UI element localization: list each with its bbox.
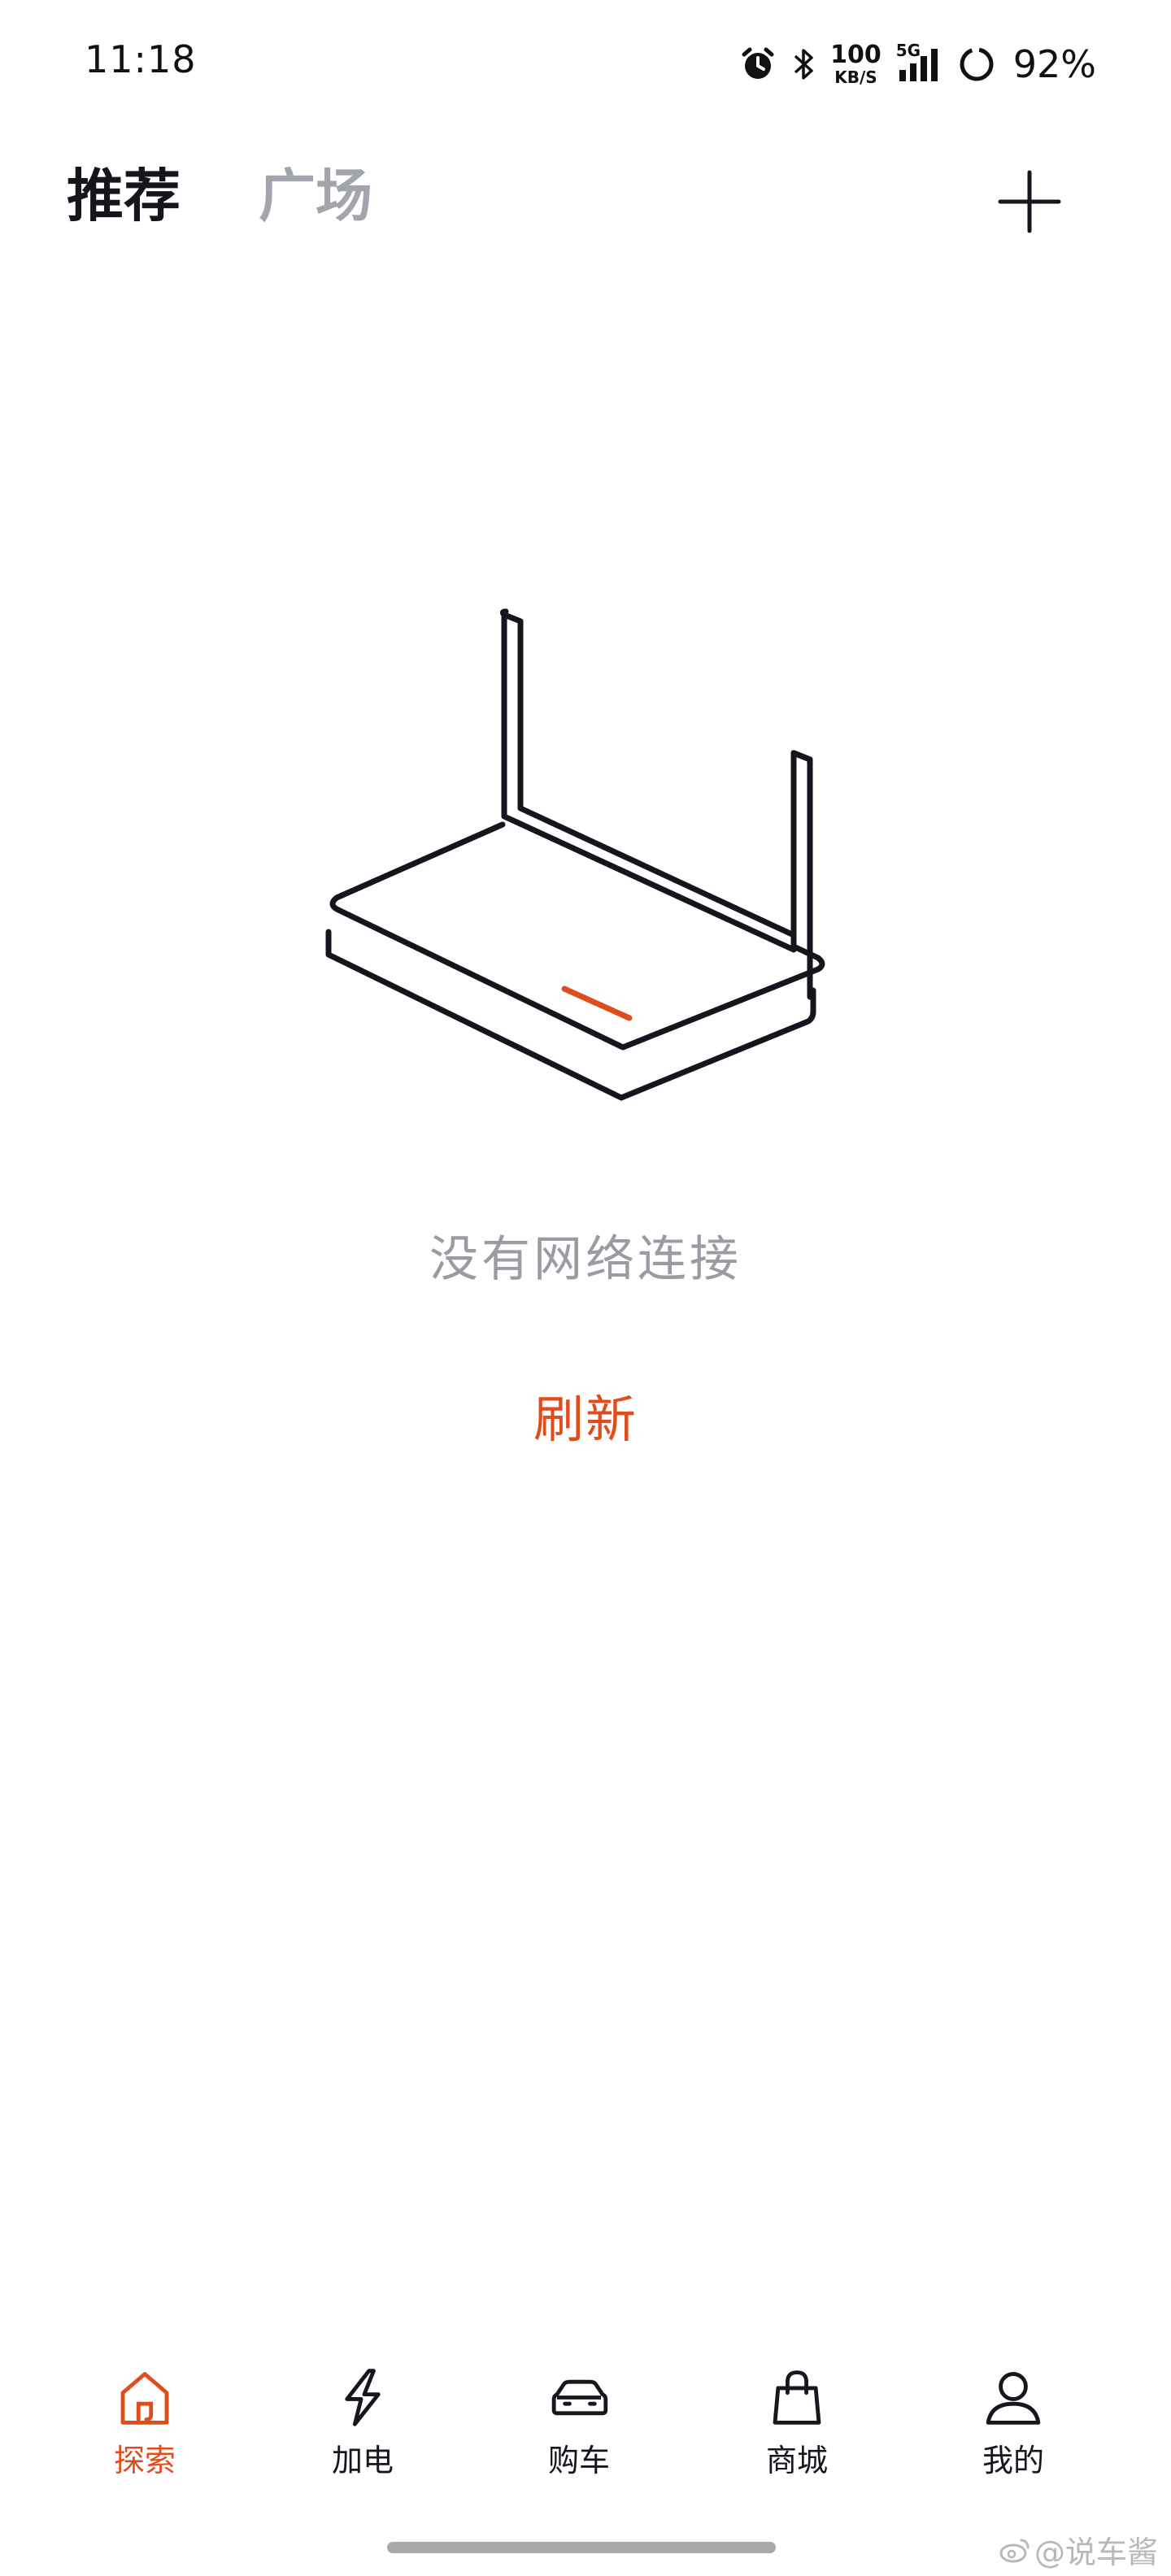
home-indicator[interactable] — [387, 2542, 776, 2553]
signal-icon: 5G — [896, 41, 943, 83]
battery-percent: 92% — [1012, 42, 1096, 86]
nav-label-buy-car: 购车 — [547, 2443, 610, 2478]
nav-item-charge[interactable]: 加电 — [281, 2334, 444, 2480]
nav-label-mine: 我的 — [982, 2443, 1044, 2478]
net-speed-unit: KB/S — [834, 67, 877, 87]
router-illustration — [322, 607, 855, 1111]
tab-recommend[interactable]: 推荐 — [67, 168, 181, 224]
nav-item-buy-car[interactable]: 购车 — [498, 2334, 660, 2480]
weibo-logo-icon — [999, 2539, 1030, 2562]
battery-ring-icon — [958, 46, 995, 83]
nav-item-mine[interactable]: 我的 — [932, 2334, 1095, 2480]
add-button[interactable] — [997, 169, 1062, 234]
lightning-icon — [345, 2369, 381, 2426]
nav-label-explore: 探索 — [113, 2443, 176, 2478]
shopping-bag-icon — [773, 2370, 821, 2425]
status-icons: 100 KB/S 5G 92% — [739, 36, 1096, 93]
no-network-message: 没有网络连接 — [429, 1231, 742, 1288]
bottom-nav: 探索 加电 购车 商城 我的 — [0, 2334, 1171, 2480]
bluetooth-icon — [791, 46, 816, 83]
nav-item-explore[interactable]: 探索 — [63, 2334, 226, 2480]
nav-item-mall[interactable]: 商城 — [716, 2334, 878, 2480]
refresh-button[interactable]: 刷新 — [464, 1374, 707, 1456]
watermark: @说车酱 — [999, 2527, 1158, 2572]
router-icon — [325, 608, 825, 1101]
status-bar: 11:18 100 KB/S 5G 92% — [0, 0, 1171, 130]
status-time: 11:18 — [85, 37, 197, 81]
net-speed: 100 KB/S — [830, 41, 882, 87]
nav-label-charge: 加电 — [331, 2443, 394, 2478]
home-icon — [120, 2372, 169, 2425]
plus-icon — [998, 170, 1061, 233]
car-icon — [551, 2379, 608, 2416]
tab-square[interactable]: 广场 — [259, 168, 372, 224]
watermark-text: @说车酱 — [1034, 2535, 1158, 2570]
alarm-icon — [739, 46, 777, 83]
signal-label: 5G — [895, 41, 921, 60]
profile-icon — [986, 2372, 1041, 2425]
net-speed-value: 100 — [830, 41, 882, 69]
nav-label-mall: 商城 — [765, 2443, 828, 2478]
